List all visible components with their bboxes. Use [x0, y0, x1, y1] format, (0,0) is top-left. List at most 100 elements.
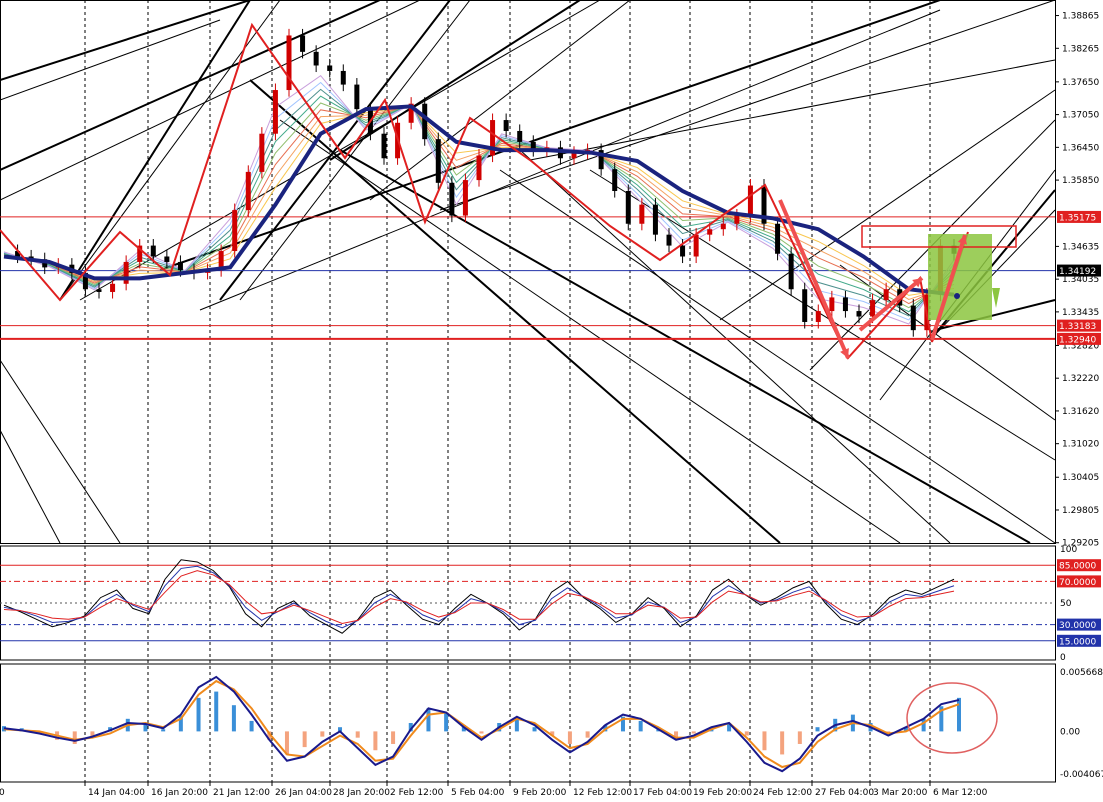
- chart-svg: 14 Jan 04:00 16 Jan 20:00 21 Jan 12:00 26 J…: [0, 0, 1103, 798]
- candle-body: [110, 283, 116, 292]
- macd-y-tick-label: -0.0040674: [1060, 770, 1103, 780]
- candle-body: [272, 90, 278, 134]
- channel-line: [279, 119, 901, 544]
- macd-histogram-bar: [532, 727, 537, 732]
- ma-endpoint-dot: [954, 293, 960, 299]
- osc-level-label: 15.0000: [1059, 637, 1096, 647]
- candle-body: [652, 204, 658, 235]
- x-tick-label: 6 Mar 12:00: [933, 788, 988, 798]
- macd-histogram-bar: [231, 705, 236, 732]
- candle-body: [177, 261, 183, 271]
- candle-body: [815, 311, 821, 322]
- osc-level-label: 85.0000: [1059, 562, 1096, 572]
- osc-y-tick-label: 100: [1060, 545, 1077, 555]
- price-level-label: 1.32940: [1059, 335, 1096, 345]
- macd-histogram-bar: [161, 729, 166, 732]
- x-tick-label: 28 Jan 20:00: [333, 788, 390, 798]
- candle-body: [503, 120, 509, 131]
- candle-body: [856, 311, 862, 317]
- candle-body: [666, 234, 672, 246]
- channel-line: [339, 149, 1031, 544]
- y-tick-label: 1.34635: [1062, 242, 1099, 252]
- candle-body: [259, 133, 265, 172]
- macd-histogram-bar: [426, 708, 431, 732]
- macd-histogram-bar: [744, 731, 749, 736]
- x-tick-label: 19 Feb 20:00: [693, 788, 752, 798]
- candle-body: [422, 103, 428, 140]
- candle-body: [693, 234, 699, 257]
- candle-body: [462, 180, 468, 216]
- candle-body: [476, 155, 482, 181]
- x-tick-label: 9 Feb 20:00: [513, 788, 567, 798]
- x-tick-label: 5 Feb 04:00: [451, 788, 505, 798]
- x-tick-label: 14 Jan 04:00: [88, 788, 145, 798]
- candle-body: [910, 305, 916, 331]
- macd-histogram-bar: [815, 727, 820, 732]
- macd-histogram-bar: [391, 731, 396, 744]
- price-level-label: 1.33183: [1059, 322, 1096, 332]
- channel-line: [0, 19, 221, 101]
- x-tick-label-partial: 0: [0, 788, 5, 798]
- channel-line: [719, 89, 1056, 321]
- candle-body: [720, 223, 726, 230]
- candle-body: [517, 130, 523, 142]
- candle-body: [150, 245, 156, 257]
- candle-body: [883, 289, 889, 301]
- x-tick-label: 26 Jan 04:00: [275, 788, 332, 798]
- candle-body: [381, 133, 387, 159]
- candle-body: [340, 70, 346, 85]
- candle-body: [829, 297, 835, 312]
- candle-body: [435, 139, 441, 183]
- osc-y-tick-label: 50: [1060, 599, 1072, 609]
- trend-channels: [0, 0, 1056, 544]
- candle-body: [313, 51, 319, 66]
- price-level-label: 1.35175: [1059, 213, 1096, 223]
- macd-histogram-bar: [320, 731, 325, 737]
- candle-body: [747, 185, 753, 216]
- macd-histogram-bar: [373, 731, 378, 751]
- candle-body: [449, 182, 455, 216]
- macd-histogram-bar: [249, 720, 254, 732]
- y-tick-label: 1.30405: [1062, 473, 1099, 483]
- macd-histogram-bar: [355, 731, 360, 738]
- macd-histogram-bar: [479, 731, 484, 734]
- candle-body: [775, 223, 781, 254]
- x-tick-label: 21 Jan 12:00: [213, 788, 270, 798]
- macd-histogram-bar: [585, 731, 590, 738]
- candle-body: [625, 191, 631, 224]
- channel-line: [59, 0, 281, 301]
- macd-y-tick-label: 0.0056688: [1060, 668, 1103, 678]
- candle-body: [123, 261, 129, 284]
- osc-y-tick-label: 0: [1060, 653, 1066, 663]
- macd-histogram-bar: [444, 712, 449, 732]
- macd-histogram-bar: [214, 691, 219, 732]
- macd-histogram-bar: [921, 718, 926, 732]
- channel-line: [0, 0, 251, 81]
- candle-body: [327, 65, 333, 71]
- channel-line: [0, 429, 61, 544]
- y-tick-label: 1.37650: [1062, 78, 1099, 88]
- y-tick-label: 1.36450: [1062, 143, 1099, 153]
- macd-histogram-bar: [72, 731, 77, 744]
- channel-line: [0, 359, 121, 544]
- y-tick-label: 1.37050: [1062, 111, 1099, 121]
- green-down-arrow: [992, 288, 1000, 308]
- candle-body: [354, 84, 360, 110]
- macd-histogram-bar: [780, 731, 785, 755]
- x-tick-label: 27 Feb 04:00: [815, 788, 874, 798]
- channel-line: [159, 0, 941, 271]
- x-tick-label: 16 Jan 20:00: [151, 788, 208, 798]
- osc-level-label: 70.0000: [1059, 578, 1096, 588]
- osc-level-label: 30.0000: [1059, 621, 1096, 631]
- macd-y-tick-label: 0.00: [1060, 727, 1080, 737]
- y-tick-label: 1.31020: [1062, 440, 1099, 450]
- candle-body: [612, 169, 618, 192]
- candle-body: [639, 204, 645, 224]
- price-panel-frame: [0, 0, 1056, 544]
- macd-histogram-bar: [302, 731, 307, 748]
- x-tick-label: 12 Feb 12:00: [573, 788, 632, 798]
- candle-body: [734, 215, 740, 224]
- candle-body: [300, 35, 306, 52]
- macd-histogram-bar: [638, 720, 643, 732]
- candle-body: [842, 297, 848, 312]
